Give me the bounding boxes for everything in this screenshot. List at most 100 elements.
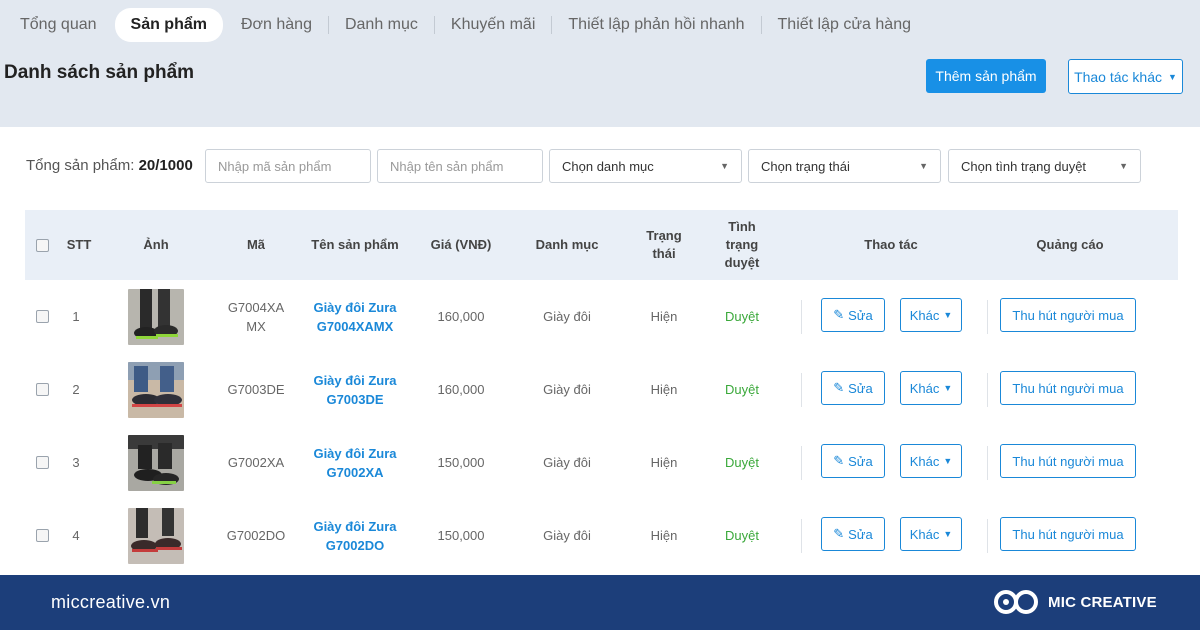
row-checkbox[interactable] [35,529,49,542]
product-name-link[interactable]: Giày đôi Zura G7004XAMX [305,280,405,353]
brand-name: MIC CREATIVE [1048,593,1157,611]
other-actions-button[interactable]: Khác ▼ [900,298,962,332]
row-status: Hiện [650,382,678,397]
col-price: Giá (VNĐ) [430,237,492,252]
row-select-cell [33,280,51,353]
row-price: 150,000 [437,455,485,470]
col-actions: Thao tác [864,237,918,252]
tab-overview[interactable]: Tổng quan [0,8,113,42]
review-select[interactable]: Chọn tình trạng duyệt ▼ [948,149,1141,183]
divider [987,373,988,407]
tab-shop-settings[interactable]: Thiết lập cửa hàng [762,8,927,42]
chevron-down-icon: ▼ [1168,71,1177,82]
row-checkbox[interactable] [35,456,49,469]
table-row: 3 G7002XA Giày đôi Zura G7002XA 150,000 … [25,426,1178,499]
row-stt: 4 [72,528,80,543]
row-category: Giày đôi [543,309,591,324]
pencil-icon: ✎ [833,380,845,395]
row-price: 160,000 [437,382,485,397]
divider [801,300,802,334]
total-products: Tổng sản phẩm: 20/1000 [26,157,193,174]
edit-label: Sửa [848,380,873,396]
tab-orders[interactable]: Đơn hàng [225,8,328,42]
chevron-down-icon: ▼ [943,310,953,320]
edit-button[interactable]: ✎ Sửa [821,298,885,332]
row-review-status: Duyệt [725,455,759,470]
chevron-down-icon: ▼ [943,529,953,539]
row-status: Hiện [650,455,678,470]
chevron-down-icon: ▼ [1119,161,1128,171]
row-stt: 3 [72,455,80,470]
row-stt: 2 [72,382,80,397]
category-select[interactable]: Chọn danh mục ▼ [549,149,742,183]
tab-bar: Tổng quan Sản phẩm Đơn hàng Danh mục Khu… [0,8,927,42]
tab-promotions[interactable]: Khuyến mãi [435,8,552,42]
product-name-link[interactable]: Giày đôi Zura G7002XA [305,426,405,499]
attract-buyers-button[interactable]: Thu hút người mua [1000,298,1136,332]
divider [801,373,802,407]
product-name-link[interactable]: Giày đôi Zura G7003DE [305,353,405,426]
tab-products[interactable]: Sản phẩm [114,8,223,42]
col-image: Ảnh [143,237,169,252]
tab-quick-replies[interactable]: Thiết lập phản hồi nhanh [552,8,760,42]
other-label: Khác [909,307,940,323]
status-select[interactable]: Chọn trạng thái ▼ [748,149,941,183]
more-actions-button[interactable]: Thao tác khác ▼ [1068,59,1183,94]
chevron-down-icon: ▼ [943,456,953,466]
table-row: 2 G7003DE Giày đôi Zura G7003DE 160,000 … [25,353,1178,426]
row-price: 160,000 [437,309,485,324]
attract-buyers-button[interactable]: Thu hút người mua [1000,517,1136,551]
attract-buyers-button[interactable]: Thu hút người mua [1000,371,1136,405]
status-select-label: Chọn trạng thái [761,158,850,174]
row-checkbox[interactable] [35,310,49,323]
other-label: Khác [909,380,940,396]
product-name-input[interactable]: Nhập tên sản phẩm [377,149,543,183]
row-price: 150,000 [437,528,485,543]
row-code: G7004XA MX [227,299,285,334]
row-review-status: Duyệt [725,309,759,324]
row-status: Hiện [650,309,678,324]
col-stt: STT [66,237,92,252]
row-checkbox[interactable] [35,383,49,396]
product-thumbnail[interactable] [128,434,184,491]
col-category: Danh mục [535,237,599,252]
row-image-cell [123,280,189,353]
chevron-down-icon: ▼ [943,383,953,393]
other-actions-button[interactable]: Khác ▼ [900,444,962,478]
attract-buyers-button[interactable]: Thu hút người mua [1000,444,1136,478]
product-thumbnail[interactable] [128,507,184,564]
product-panel: Tổng sản phẩm: 20/1000 Nhập mã sản phẩm … [0,127,1200,575]
col-ads: Quảng cáo [1036,237,1104,252]
row-review-status: Duyệt [725,528,759,543]
edit-button[interactable]: ✎ Sửa [821,517,885,551]
pencil-icon: ✎ [833,307,845,322]
product-thumbnail[interactable] [128,361,184,418]
other-actions-button[interactable]: Khác ▼ [900,371,962,405]
col-status: Trạng thái [646,228,682,261]
brand: MIC CREATIVE [992,587,1157,617]
pencil-icon: ✎ [833,526,845,541]
row-category: Giày đôi [543,528,591,543]
divider [801,519,802,553]
chevron-down-icon: ▼ [720,161,729,171]
product-thumbnail[interactable] [128,288,184,345]
add-product-button[interactable]: Thêm sản phẩm [926,59,1046,93]
select-all-cell [33,210,51,280]
product-code-input[interactable]: Nhập mã sản phẩm [205,149,371,183]
col-code: Mã [246,237,266,252]
other-actions-button[interactable]: Khác ▼ [900,517,962,551]
mic-creative-logo-icon [994,590,1038,614]
divider [987,446,988,480]
edit-button[interactable]: ✎ Sửa [821,371,885,405]
row-select-cell [33,353,51,426]
tab-categories[interactable]: Danh mục [329,8,434,42]
footer-banner: miccreative.vn MIC CREATIVE [0,575,1200,630]
edit-label: Sửa [848,453,873,469]
review-select-label: Chọn tình trạng duyệt [961,158,1087,174]
filter-row: Tổng sản phẩm: 20/1000 Nhập mã sản phẩm … [0,149,1200,183]
select-all-checkbox[interactable] [35,238,49,252]
product-name-link[interactable]: Giày đôi Zura G7002DO [305,499,405,572]
row-category: Giày đôi [543,455,591,470]
edit-button[interactable]: ✎ Sửa [821,444,885,478]
row-image-cell [123,426,189,499]
